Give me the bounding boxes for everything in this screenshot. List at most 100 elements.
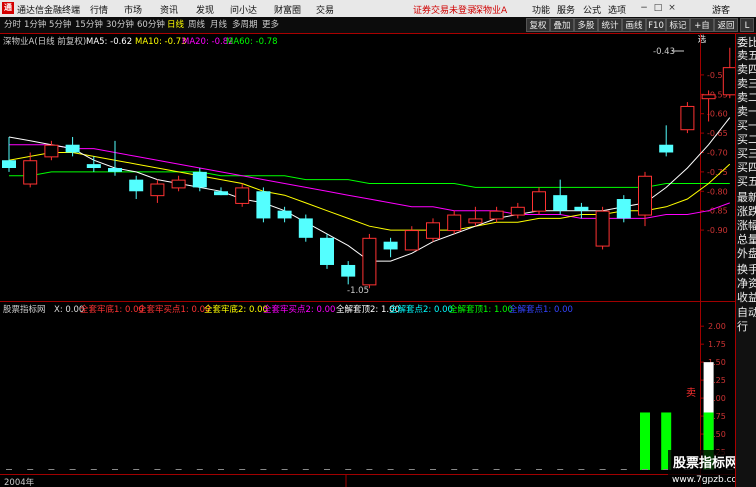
indicator-title: 股票指标网 [3,304,46,315]
candle-body-up [510,206,525,216]
low-price-label: -1.05 [347,286,369,296]
indicator-value-label: 全解套点1: 0.00 [509,304,573,315]
menu-market[interactable]: 市场 [124,3,142,16]
menu-options[interactable]: 选项 [608,3,626,16]
f10-button[interactable]: F10 [646,18,666,32]
indicator-baseline-mark [387,469,394,470]
tab-period[interactable]: 1分钟 [22,19,48,32]
menu-function[interactable]: 功能 [532,3,550,16]
indicator-baseline-mark [69,469,76,470]
side-panel-item[interactable]: 自动 [737,306,756,320]
indicator-baseline-mark [218,469,224,470]
candle-body-up [595,210,610,247]
candle-body-up [235,187,250,204]
candle-body-down [65,144,80,153]
year-label: 2004年 [4,477,35,487]
candle-body-down [341,264,356,277]
adjust-button[interactable]: 复权 [526,18,550,32]
indicator-baseline-mark [154,469,161,470]
tab-period[interactable]: 周线 [186,19,207,32]
side-panel-item: 买一 [737,119,756,132]
sell-signal-label: 卖 [686,387,696,399]
indicator-baseline-mark [472,469,479,470]
menu-formula[interactable]: 公式 [583,3,601,16]
overlay-button[interactable]: 叠加 [550,18,574,32]
menu-news[interactable]: 资讯 [160,3,178,16]
price-tick-label: -0.60 [707,110,728,119]
indicator-baseline-mark [302,469,309,470]
tab-period[interactable]: 分时 [2,19,23,32]
indicator-baseline-mark [281,469,288,470]
candle-body-up [489,210,504,220]
close-icon[interactable]: × [666,2,678,14]
price-tick-label: -0.85 [707,207,728,216]
tab-period[interactable]: 60分钟 [135,19,167,32]
add-watchlist-button[interactable]: +自选 [690,18,714,45]
indicator-baseline-mark [6,469,12,470]
tab-period-active[interactable]: 日线 [165,19,186,32]
app-logo-icon: 通 [2,2,14,14]
indicator-baseline-mark [133,469,140,470]
tab-more[interactable]: 更多 [260,19,281,32]
tab-period[interactable]: 5分钟 [47,19,73,32]
side-panel-item: 卖二 [737,91,756,104]
menu-ask[interactable]: 问小达 [230,3,257,16]
maximize-icon[interactable]: □ [652,2,664,14]
candle-body-up [150,183,165,197]
side-panel-item: 卖五 [737,49,756,62]
stock-name: 深物业A [474,6,508,16]
menu-quotes[interactable]: 行情 [90,3,108,16]
multi-stock-button[interactable]: 多股 [574,18,598,32]
tab-period[interactable]: 月线 [208,19,229,32]
candle-body-up [468,218,483,224]
back-button[interactable]: 返回 [714,18,738,32]
watermark-url: www.7gpzb.com [672,475,735,485]
quote-side-panel: 委比 卖五 卖四 卖三 卖二 卖一 买一 买二 买三 买四 买五 最新 涨跌 涨幅 总量 外盘 换手 净资 收益 自动… [735,34,756,487]
indicator-tick-label: 2.00 [708,322,726,331]
user-guest[interactable]: 游客 [712,3,730,16]
candle-body-down [553,195,568,211]
price-tick-label: -0.90 [707,226,728,235]
candle-body-down [256,191,271,219]
indicator-baseline-mark [27,469,34,470]
indicator-baseline-mark [408,469,415,470]
indicator-baseline-mark [90,469,97,470]
candle-body-down [108,168,122,172]
indicator-bar [640,412,650,470]
side-panel-item[interactable]: 行 [737,320,756,334]
mark-button[interactable]: 标记 [666,18,690,32]
side-panel-item: 委比 [737,36,756,49]
side-panel-item: 买五 [737,175,756,188]
menu-discover[interactable]: 发现 [196,3,214,16]
menu-wealth[interactable]: 财富圈 [274,3,301,16]
minimize-icon[interactable]: − [638,2,650,14]
kline-chart[interactable]: 深物业A(日线 前复权) MA5: -0.62 MA10: -0.73 MA20… [0,34,735,487]
indicator-baseline-mark [599,469,606,470]
candle-body-up [404,230,419,251]
indicator-baseline-mark [324,469,330,470]
indicator-baseline-mark [578,469,585,470]
stats-button[interactable]: 统计 [598,18,622,32]
indicator-baseline-mark [642,469,648,470]
candle-body-up [701,94,716,100]
side-panel-item: 总量 [737,233,756,246]
draw-button[interactable]: 画线 [622,18,646,32]
side-panel-item: 涨跌 [737,205,756,218]
candle-body-down [129,179,144,192]
menu-service[interactable]: 服务 [557,3,575,16]
side-panel-item: 最新 [737,191,756,204]
tab-period[interactable]: 30分钟 [104,19,136,32]
expand-icon[interactable]: L [740,18,754,32]
ma60-line [9,171,730,188]
menu-trade[interactable]: 交易 [316,3,334,16]
login-status[interactable]: 证券交易未登录 [413,3,476,16]
tab-period[interactable]: 15分钟 [73,19,105,32]
tab-period[interactable]: 多周期 [230,19,260,32]
candle-body-up [23,160,38,185]
side-panel-item: 买二 [737,133,756,146]
chart-title: 深物业A(日线 前复权) [3,36,86,47]
indicator-baseline-mark [196,469,203,470]
indicator-baseline-mark [451,469,458,470]
candle-body-up [426,222,440,239]
ma60-label: MA60: -0.78 [226,37,278,47]
